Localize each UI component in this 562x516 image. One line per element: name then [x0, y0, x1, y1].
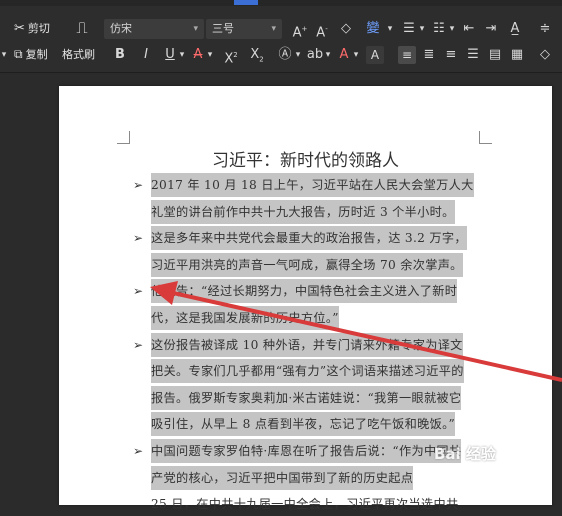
arrow-head [150, 281, 178, 305]
arrow-shaft [159, 288, 562, 382]
annotation-arrow [150, 281, 562, 382]
watermark: Bai 经验 [434, 445, 496, 463]
